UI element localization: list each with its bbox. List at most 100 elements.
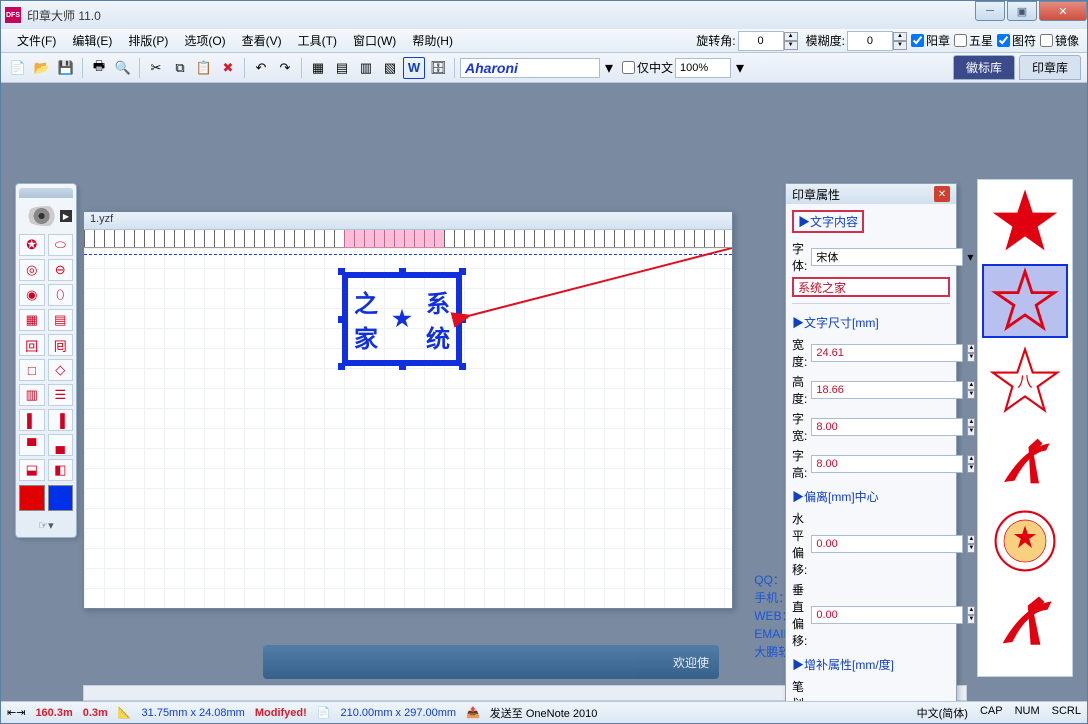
chk-yang[interactable]: 阳章 (911, 32, 950, 49)
undo-icon[interactable]: ↶ (250, 57, 272, 79)
section-offset[interactable]: ▶偏离[mm]中心 (792, 484, 950, 507)
height-input[interactable] (811, 381, 963, 399)
canvas[interactable]: 之 系 家 统 ★ (84, 248, 732, 608)
v-offset-input[interactable] (811, 606, 963, 624)
shape-sq-inner[interactable]: 回 (19, 334, 45, 356)
menu-tools[interactable]: 工具(T) (290, 30, 345, 51)
eye-icon[interactable]: ▶ (24, 206, 68, 226)
copy-icon[interactable]: ⧉ (169, 57, 191, 79)
chk-mirror[interactable]: 镜像 (1040, 32, 1079, 49)
chk-tufu[interactable]: 图符 (997, 32, 1036, 49)
tab-seal-lib[interactable]: 印章库 (1019, 55, 1081, 80)
content-input[interactable] (792, 277, 950, 297)
font-combo[interactable] (460, 58, 600, 78)
shape-circle-star[interactable]: ✪ (19, 234, 45, 256)
shape-minus-ring[interactable]: ⊖ (48, 259, 74, 281)
shape-oval-star[interactable]: ⬭ (48, 234, 74, 256)
section-size[interactable]: ▶文字尺寸[mm] (792, 310, 950, 333)
emblem-army-star[interactable]: 八 (982, 344, 1068, 418)
new-icon[interactable]: 📄 (7, 57, 29, 79)
seal-object[interactable]: 之 系 家 统 ★ (342, 272, 462, 366)
width-input[interactable] (811, 344, 963, 362)
chk-only-cn[interactable]: 仅中文 (622, 59, 673, 76)
tool-b-icon[interactable]: ▤ (331, 57, 353, 79)
props-close-icon[interactable]: ✕ (934, 186, 950, 202)
cut-icon[interactable]: ✂ (145, 57, 167, 79)
rotate-down[interactable]: ▼ (784, 41, 798, 50)
paste-icon[interactable]: 📋 (193, 57, 215, 79)
palette-grip[interactable] (19, 188, 73, 198)
tab-emblem-lib[interactable]: 徽标库 (953, 55, 1015, 80)
emblem-hammer-sickle-2[interactable] (982, 584, 1068, 658)
shape-col-l[interactable]: ▌ (19, 409, 45, 431)
shape-rows[interactable]: ☰ (48, 384, 74, 406)
db-icon[interactable]: 🗄 (427, 57, 449, 79)
shape-ring[interactable]: ◎ (19, 259, 45, 281)
blur-input[interactable] (847, 31, 893, 51)
app-title: 印章大师 11.0 (27, 7, 101, 24)
emblem-national[interactable] (982, 504, 1068, 578)
tool-d-icon[interactable]: ▧ (379, 57, 401, 79)
char-height-input[interactable] (811, 455, 963, 473)
shape-oval[interactable]: ⬯ (48, 284, 74, 306)
open-icon[interactable]: 📂 (31, 57, 53, 79)
shape-split-v[interactable]: ◧ (48, 459, 74, 481)
shape-row-b[interactable]: ▄ (48, 434, 74, 456)
shape-bars[interactable]: ▥ (19, 384, 45, 406)
shape-diamond[interactable]: ◇ (48, 359, 74, 381)
font-label: 字体: (792, 240, 807, 274)
maximize-button[interactable]: ▣ (1007, 1, 1037, 21)
shape-row-t[interactable]: ▀ (19, 434, 45, 456)
menu-file[interactable]: 文件(F) (9, 30, 64, 51)
status-size: 31.75mm x 24.08mm (142, 707, 245, 719)
emblem-hammer-sickle-3[interactable] (982, 664, 1068, 677)
zoom-dropdown-icon[interactable]: ▾ (733, 58, 747, 78)
palette-footer-icon[interactable]: ☞▾ (19, 517, 73, 533)
word-icon[interactable]: W (403, 57, 425, 79)
menu-options[interactable]: 选项(O) (176, 30, 233, 51)
chk-wuxing[interactable]: 五星 (954, 32, 993, 49)
print-icon[interactable]: 🖶 (88, 57, 110, 79)
status-modified: Modifyed! (255, 707, 307, 719)
h-offset-input[interactable] (811, 535, 963, 553)
font-dropdown-icon[interactable]: ▾ (602, 58, 616, 78)
emblem-solid-star[interactable] (982, 184, 1068, 258)
color-blue[interactable] (48, 485, 74, 511)
tool-c-icon[interactable]: ▥ (355, 57, 377, 79)
shape-grid[interactable]: ▦ (19, 309, 45, 331)
emblem-outline-star[interactable] (982, 264, 1068, 338)
emblem-hammer-sickle-1[interactable] (982, 424, 1068, 498)
menu-view[interactable]: 查看(V) (234, 30, 290, 51)
font-dd-icon[interactable]: ▾ (967, 250, 973, 264)
color-red[interactable] (19, 485, 45, 511)
blur-down[interactable]: ▼ (893, 41, 907, 50)
menu-layout[interactable]: 排版(P) (120, 30, 176, 51)
char-width-input[interactable] (811, 418, 963, 436)
font-select[interactable] (811, 248, 963, 266)
shape-dbl-ring[interactable]: ◉ (19, 284, 45, 306)
shape-grid2[interactable]: ▤ (48, 309, 74, 331)
blur-label: 模糊度: (806, 32, 845, 49)
menu-edit[interactable]: 编辑(E) (64, 30, 120, 51)
delete-icon[interactable]: ✖ (217, 57, 239, 79)
redo-icon[interactable]: ↷ (274, 57, 296, 79)
rotate-input[interactable] (738, 31, 784, 51)
menu-help[interactable]: 帮助(H) (404, 30, 461, 51)
shape-sq-inner2[interactable]: 囘 (48, 334, 74, 356)
seal-char-tr: 系 (426, 284, 450, 319)
shape-col-r[interactable]: ▐ (48, 409, 74, 431)
rotate-up[interactable]: ▲ (784, 32, 798, 41)
minimize-button[interactable]: ─ (975, 1, 1005, 21)
zoom-combo[interactable] (675, 58, 731, 78)
close-button[interactable]: ✕ (1039, 1, 1087, 21)
blur-up[interactable]: ▲ (893, 32, 907, 41)
shape-split-h[interactable]: ⬓ (19, 459, 45, 481)
tool-a-icon[interactable]: ▦ (307, 57, 329, 79)
section-extra[interactable]: ▶增补属性[mm/度] (792, 652, 950, 675)
emblem-library[interactable]: 八 (977, 179, 1073, 677)
section-content[interactable]: ▶文字内容 (792, 210, 864, 233)
shape-sq[interactable]: □ (19, 359, 45, 381)
save-icon[interactable]: 💾 (55, 57, 77, 79)
preview-icon[interactable]: 🔍 (112, 57, 134, 79)
menu-window[interactable]: 窗口(W) (345, 30, 404, 51)
